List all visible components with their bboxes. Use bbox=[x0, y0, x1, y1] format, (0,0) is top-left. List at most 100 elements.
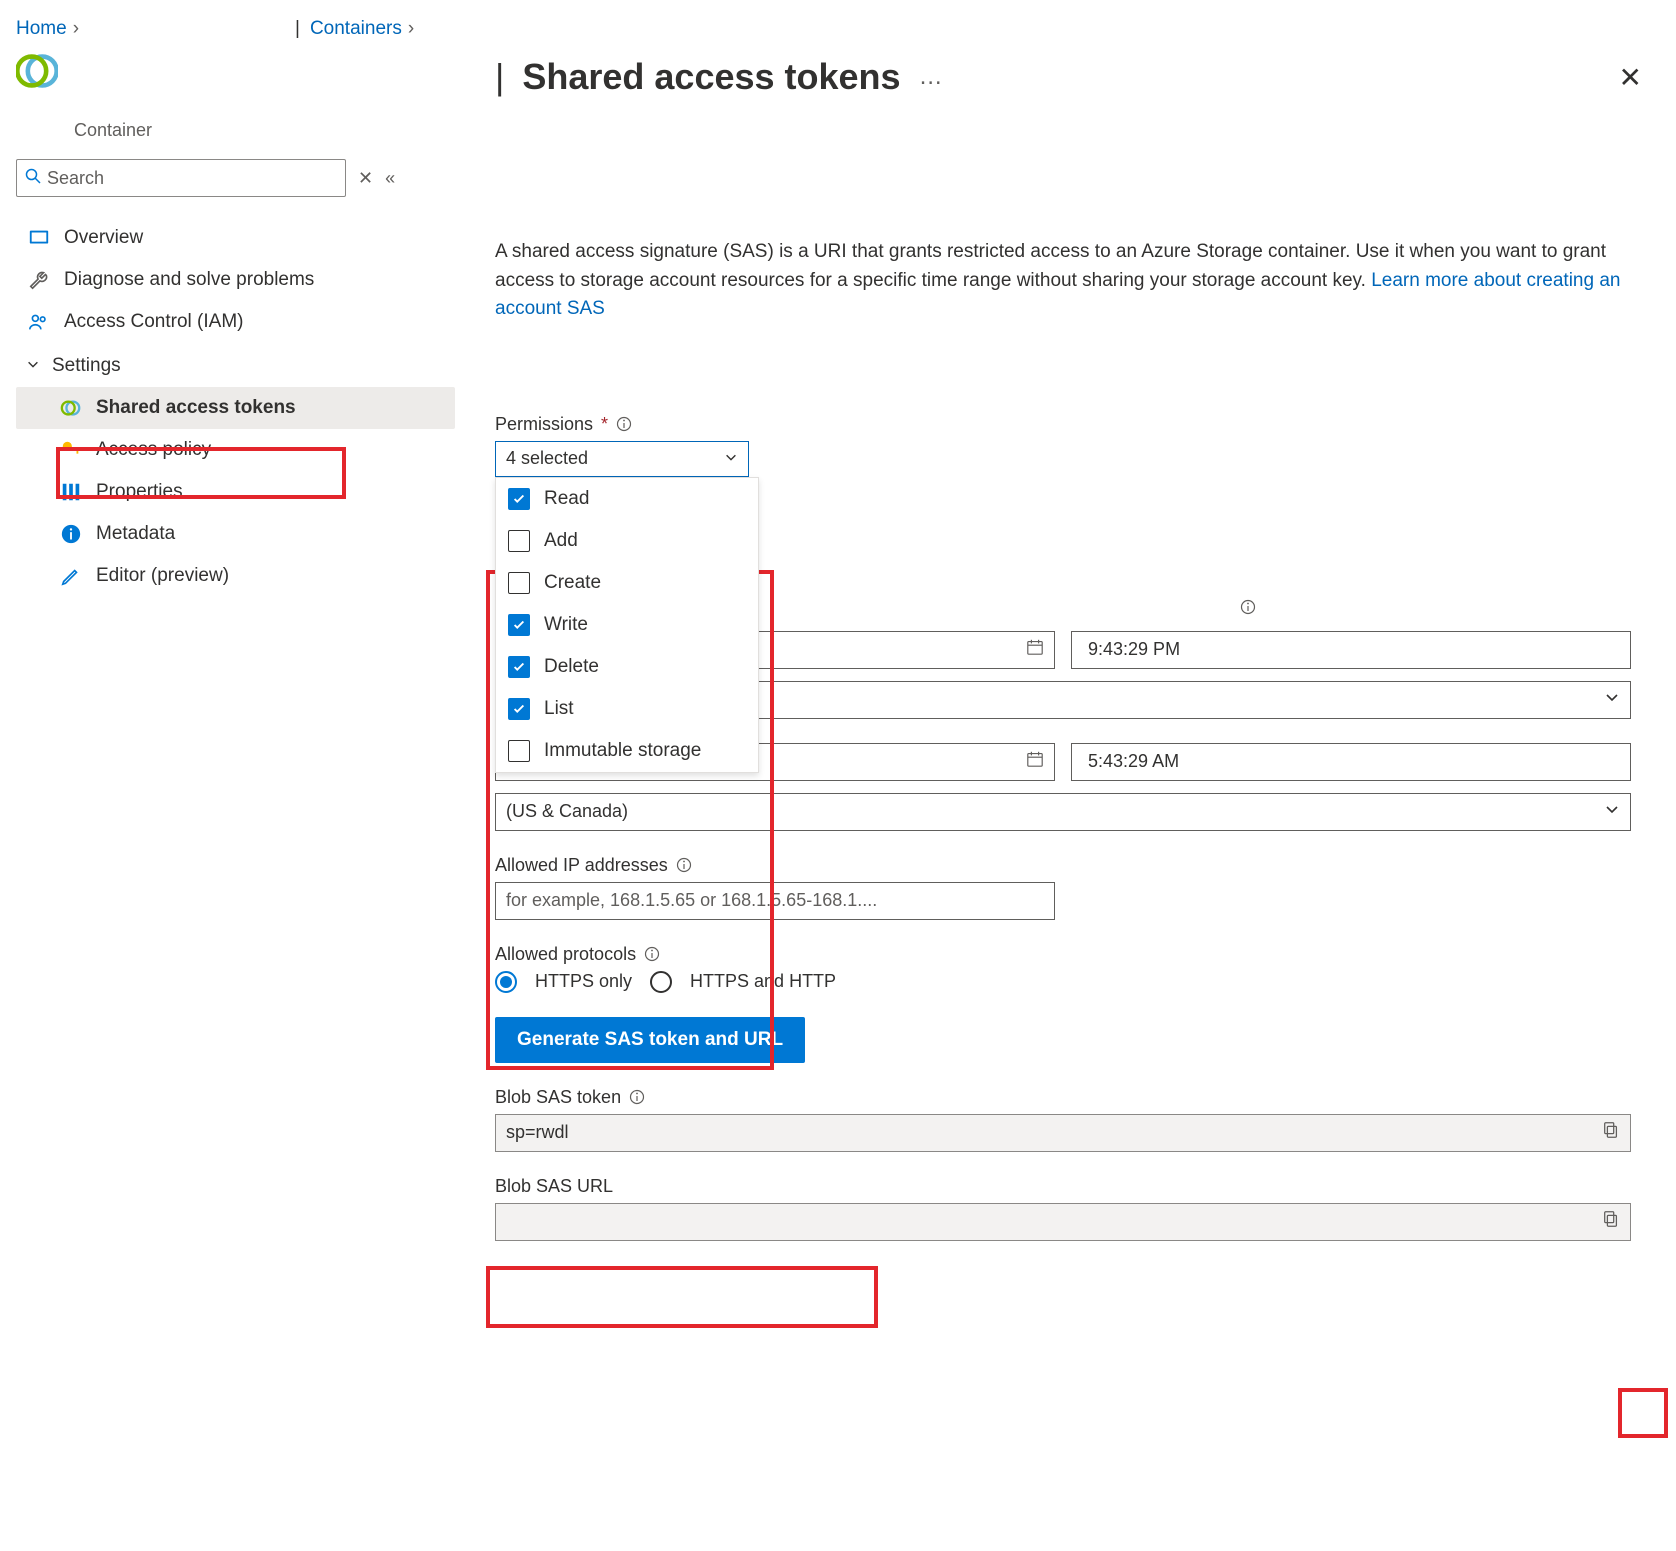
allowed-protocols-field: Allowed protocols HTTPS only HTTPS and H… bbox=[495, 944, 1646, 993]
nav-item-shared-access-tokens[interactable]: Shared access tokens bbox=[16, 387, 455, 429]
checkbox-unchecked-icon bbox=[508, 740, 530, 762]
allowed-protocols-label: Allowed protocols bbox=[495, 944, 636, 965]
expiry-time-input[interactable]: 5:43:29 AM bbox=[1071, 743, 1631, 781]
checkbox-unchecked-icon bbox=[508, 572, 530, 594]
permissions-dropdown[interactable]: 4 selected bbox=[495, 441, 749, 477]
chevron-right-icon: › bbox=[408, 18, 414, 40]
nav-label: Metadata bbox=[96, 523, 175, 545]
info-icon[interactable] bbox=[616, 416, 632, 432]
permissions-selected-text: 4 selected bbox=[506, 448, 588, 469]
checkbox-checked-icon bbox=[508, 698, 530, 720]
permission-option-add[interactable]: Add bbox=[496, 520, 758, 562]
info-icon[interactable] bbox=[1240, 599, 1256, 615]
generate-button-row: Generate SAS token and URL bbox=[495, 1017, 1646, 1063]
option-label: Add bbox=[544, 530, 578, 552]
permission-option-list[interactable]: List bbox=[496, 688, 758, 730]
allowed-ip-placeholder: for example, 168.1.5.65 or 168.1.5.65-16… bbox=[506, 890, 877, 911]
key-icon bbox=[60, 439, 82, 461]
radio-https-only[interactable] bbox=[495, 971, 517, 993]
sas-token-label: Blob SAS token bbox=[495, 1087, 621, 1108]
overview-icon bbox=[28, 227, 50, 249]
people-icon bbox=[28, 311, 50, 333]
radio-https-and-http[interactable] bbox=[650, 971, 672, 993]
more-actions-button[interactable]: … bbox=[913, 63, 951, 91]
breadcrumb-containers[interactable]: Containers bbox=[310, 18, 402, 40]
expiry-timezone-value: (US & Canada) bbox=[506, 801, 628, 822]
info-icon[interactable] bbox=[629, 1089, 645, 1105]
sidebar-nav: Overview Diagnose and solve problems Acc… bbox=[16, 217, 455, 597]
info-icon[interactable] bbox=[644, 946, 660, 962]
chevron-down-icon bbox=[1604, 689, 1620, 710]
permission-option-write[interactable]: Write bbox=[496, 604, 758, 646]
option-label: Write bbox=[544, 614, 588, 636]
permission-option-create[interactable]: Create bbox=[496, 562, 758, 604]
checkbox-checked-icon bbox=[508, 488, 530, 510]
option-label: Read bbox=[544, 488, 589, 510]
checkbox-checked-icon bbox=[508, 614, 530, 636]
allowed-ip-input[interactable]: for example, 168.1.5.65 or 168.1.5.65-16… bbox=[495, 882, 1055, 920]
chevron-right-icon: › bbox=[73, 18, 79, 40]
close-blade-button[interactable]: ✕ bbox=[1615, 57, 1646, 98]
option-label: List bbox=[544, 698, 574, 720]
nav-item-access-policy[interactable]: Access policy bbox=[16, 429, 455, 471]
nav-item-properties[interactable]: Properties bbox=[16, 471, 455, 513]
collapse-sidebar-button[interactable]: « bbox=[385, 168, 395, 189]
nav-item-metadata[interactable]: Metadata bbox=[16, 513, 455, 555]
start-time-value: 9:43:29 PM bbox=[1088, 639, 1180, 660]
permission-option-read[interactable]: Read bbox=[496, 478, 758, 520]
sidebar-search-row: Search ✕ « bbox=[16, 159, 455, 197]
nav-label: Overview bbox=[64, 227, 143, 249]
option-label: Delete bbox=[544, 656, 599, 678]
calendar-icon bbox=[1026, 750, 1044, 773]
generate-sas-button[interactable]: Generate SAS token and URL bbox=[495, 1017, 805, 1063]
sas-url-field: Blob SAS URL bbox=[495, 1176, 1646, 1241]
sas-url-label: Blob SAS URL bbox=[495, 1176, 613, 1197]
info-filled-icon bbox=[60, 523, 82, 545]
sas-token-value: sp=rwdl bbox=[506, 1122, 569, 1143]
sas-token-output: sp=rwdl bbox=[495, 1114, 1631, 1152]
clear-search-button[interactable]: ✕ bbox=[358, 168, 373, 189]
nav-item-iam[interactable]: Access Control (IAM) bbox=[16, 301, 455, 343]
search-input[interactable]: Search bbox=[16, 159, 346, 197]
sas-token-field: Blob SAS token sp=rwdl bbox=[495, 1087, 1646, 1152]
sas-url-output bbox=[495, 1203, 1631, 1241]
permissions-dropdown-list: Read Add Create Write bbox=[495, 477, 759, 773]
expiry-time-value: 5:43:29 AM bbox=[1088, 751, 1179, 772]
nav-item-overview[interactable]: Overview bbox=[16, 217, 455, 259]
container-icon bbox=[16, 50, 58, 92]
description-text: A shared access signature (SAS) is a URI… bbox=[495, 238, 1646, 324]
nav-label: Access Control (IAM) bbox=[64, 311, 243, 333]
pencil-icon bbox=[60, 565, 82, 587]
nav-label: Shared access tokens bbox=[96, 397, 296, 419]
nav-section-label: Settings bbox=[52, 355, 121, 377]
required-indicator: * bbox=[601, 414, 608, 435]
copy-sas-token-button[interactable] bbox=[1602, 1121, 1620, 1144]
allowed-ip-label: Allowed IP addresses bbox=[495, 855, 668, 876]
nav-label: Access policy bbox=[96, 439, 211, 461]
permission-option-immutable[interactable]: Immutable storage bbox=[496, 730, 758, 772]
chevron-down-icon bbox=[724, 448, 738, 469]
content-header: | Shared access tokens … ✕ bbox=[495, 56, 1646, 98]
permissions-label: Permissions bbox=[495, 414, 593, 435]
nav-item-diagnose[interactable]: Diagnose and solve problems bbox=[16, 259, 455, 301]
highlight-copy-sas-token bbox=[1618, 1388, 1668, 1438]
page-title: Shared access tokens bbox=[522, 56, 900, 98]
permission-option-delete[interactable]: Delete bbox=[496, 646, 758, 688]
expiry-timezone-dropdown[interactable]: (US & Canada) bbox=[495, 793, 1631, 831]
breadcrumb-home[interactable]: Home bbox=[16, 18, 67, 40]
permissions-field: Permissions * 4 selected Read Add bbox=[495, 414, 1646, 477]
start-time-input[interactable]: 9:43:29 PM bbox=[1071, 631, 1631, 669]
search-icon bbox=[25, 168, 41, 189]
nav-item-editor[interactable]: Editor (preview) bbox=[16, 555, 455, 597]
info-icon[interactable] bbox=[676, 857, 692, 873]
title-pipe: | bbox=[495, 56, 504, 98]
search-placeholder: Search bbox=[47, 168, 104, 189]
checkbox-unchecked-icon bbox=[508, 530, 530, 552]
link-icon bbox=[60, 397, 82, 419]
copy-sas-url-button[interactable] bbox=[1602, 1210, 1620, 1233]
properties-icon bbox=[60, 481, 82, 503]
breadcrumb-separator-pipe: | bbox=[295, 18, 300, 40]
nav-section-settings[interactable]: Settings bbox=[16, 343, 455, 387]
sidebar: Container Search ✕ « Overview Diagnose a… bbox=[0, 50, 465, 1305]
breadcrumb: Home › | Containers › bbox=[0, 0, 1676, 50]
